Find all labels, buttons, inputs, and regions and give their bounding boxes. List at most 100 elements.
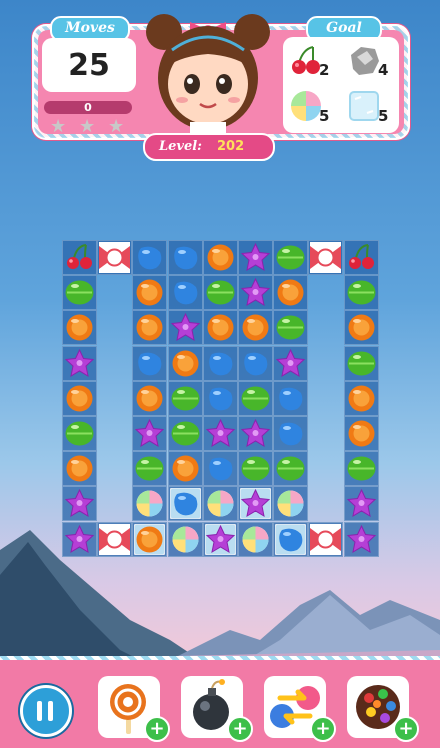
board-cell[interactable] bbox=[343, 345, 379, 381]
pause-button[interactable] bbox=[20, 685, 72, 737]
add-booster-button[interactable]: + bbox=[393, 716, 419, 742]
green-candy-icon bbox=[347, 351, 376, 376]
board-cell[interactable] bbox=[62, 451, 97, 487]
board-cell[interactable] bbox=[202, 345, 238, 381]
board-cell[interactable] bbox=[167, 486, 203, 522]
board-cell[interactable] bbox=[238, 275, 273, 311]
booster-lollipop[interactable]: + bbox=[98, 676, 170, 742]
board-cell[interactable] bbox=[308, 521, 344, 557]
board-cell[interactable] bbox=[343, 486, 379, 522]
orange-candy-icon bbox=[348, 314, 375, 341]
board-cell[interactable] bbox=[132, 416, 168, 451]
green-candy-icon bbox=[171, 386, 200, 411]
board-cell[interactable] bbox=[273, 275, 309, 311]
board-cell[interactable] bbox=[238, 380, 273, 416]
board-cell[interactable] bbox=[343, 416, 379, 451]
board-cell[interactable] bbox=[273, 345, 309, 381]
board-cell[interactable] bbox=[132, 310, 168, 346]
wrap-candy-icon bbox=[310, 242, 342, 273]
board-cell[interactable] bbox=[238, 416, 273, 451]
board-cell[interactable] bbox=[167, 451, 203, 487]
board-cell[interactable] bbox=[273, 310, 309, 346]
board-cell[interactable] bbox=[132, 240, 168, 275]
board-cell[interactable] bbox=[62, 521, 97, 557]
moves-value: 25 bbox=[42, 38, 136, 92]
board-cell[interactable] bbox=[273, 240, 309, 275]
level-indicator: Level: 202 bbox=[143, 133, 275, 161]
board-cell[interactable] bbox=[132, 345, 168, 381]
green-candy-icon bbox=[206, 280, 235, 305]
booster-bomb[interactable]: + bbox=[181, 676, 253, 742]
board-cell[interactable] bbox=[132, 486, 168, 522]
pause-icon-bar bbox=[37, 701, 42, 721]
character-avatar bbox=[146, 14, 270, 136]
board-cell[interactable] bbox=[343, 521, 379, 557]
board-cell[interactable] bbox=[132, 451, 168, 487]
board-cell[interactable] bbox=[238, 345, 273, 381]
board-cell[interactable] bbox=[167, 310, 203, 346]
board-cell[interactable] bbox=[132, 275, 168, 311]
board-cell[interactable] bbox=[343, 240, 379, 275]
board-cell[interactable] bbox=[238, 486, 273, 522]
stone-icon bbox=[347, 43, 397, 83]
board-cell[interactable] bbox=[62, 275, 97, 311]
board-cell[interactable] bbox=[62, 486, 97, 522]
purple-candy-icon bbox=[346, 524, 376, 553]
board-cell[interactable] bbox=[343, 310, 379, 346]
board-cell[interactable] bbox=[202, 380, 238, 416]
board-cell[interactable] bbox=[202, 521, 238, 557]
board-cell[interactable] bbox=[238, 310, 273, 346]
green-candy-icon bbox=[241, 386, 270, 411]
booster-swap[interactable]: + bbox=[264, 676, 336, 742]
add-booster-button[interactable]: + bbox=[310, 716, 336, 742]
board-cell[interactable] bbox=[62, 345, 97, 381]
board-cell[interactable] bbox=[97, 240, 133, 275]
board-cell[interactable] bbox=[167, 240, 203, 275]
board-cell[interactable] bbox=[132, 521, 168, 557]
board-cell[interactable] bbox=[308, 240, 344, 275]
board-cell[interactable] bbox=[202, 275, 238, 311]
board-cell[interactable] bbox=[238, 240, 273, 275]
orange-candy-icon bbox=[66, 314, 93, 341]
board-cell[interactable] bbox=[202, 240, 238, 275]
board-cell[interactable] bbox=[273, 416, 309, 451]
board-cell[interactable] bbox=[343, 380, 379, 416]
board-cell[interactable] bbox=[167, 275, 203, 311]
board-cell[interactable] bbox=[167, 345, 203, 381]
orange-candy-icon bbox=[136, 314, 163, 341]
board-cell[interactable] bbox=[238, 451, 273, 487]
board-cell[interactable] bbox=[202, 451, 238, 487]
board-cell[interactable] bbox=[62, 240, 97, 275]
wrap-candy-icon bbox=[99, 523, 131, 555]
board-cell[interactable] bbox=[62, 416, 97, 451]
board-cell[interactable] bbox=[132, 380, 168, 416]
add-booster-button[interactable]: + bbox=[227, 716, 253, 742]
board-cell[interactable] bbox=[273, 486, 309, 522]
booster-color-ball[interactable]: + bbox=[347, 676, 419, 742]
board-cell[interactable] bbox=[343, 275, 379, 311]
board-cell[interactable] bbox=[62, 310, 97, 346]
board-cell[interactable] bbox=[167, 416, 203, 451]
board-cell[interactable] bbox=[167, 521, 203, 557]
board-cell[interactable] bbox=[62, 380, 97, 416]
board-cell[interactable] bbox=[343, 451, 379, 487]
board-cell[interactable] bbox=[202, 486, 238, 522]
board-cell[interactable] bbox=[202, 310, 238, 346]
board-cell[interactable] bbox=[202, 416, 238, 451]
swirl-candy-icon bbox=[136, 490, 163, 517]
orange-candy-icon bbox=[207, 314, 234, 341]
add-booster-button[interactable]: + bbox=[144, 716, 170, 742]
purple-candy-icon bbox=[240, 278, 271, 307]
orange-candy-icon bbox=[242, 314, 269, 341]
purple-candy-icon bbox=[170, 313, 200, 342]
board-cell[interactable] bbox=[238, 521, 273, 557]
orange-candy-icon bbox=[348, 385, 375, 412]
board-cell[interactable] bbox=[273, 451, 309, 487]
board-cell[interactable] bbox=[167, 380, 203, 416]
board-cell[interactable] bbox=[273, 521, 309, 557]
goal-count-stone: 4 bbox=[378, 61, 389, 79]
board-cell[interactable] bbox=[273, 380, 309, 416]
goal-count-ice: 5 bbox=[378, 107, 389, 125]
board-cell[interactable] bbox=[97, 521, 133, 557]
orange-candy-icon bbox=[66, 455, 93, 482]
